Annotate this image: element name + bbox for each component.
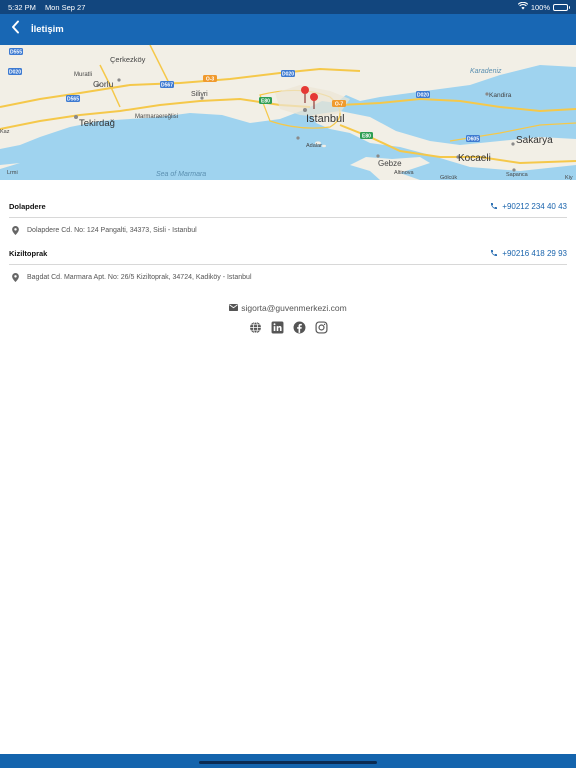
svg-text:D020: D020: [9, 70, 21, 76]
location-name: Dolapdere: [9, 202, 46, 211]
svg-text:O-7: O-7: [335, 102, 344, 108]
svg-text:Sea of Marmara: Sea of Marmara: [156, 171, 206, 178]
map-marker-icon: [12, 225, 19, 235]
svg-text:Kiy: Kiy: [565, 175, 573, 180]
location-header: Dolapdere +90212 234 40 43: [9, 196, 567, 218]
svg-text:D555: D555: [10, 50, 22, 56]
linkedin-icon[interactable]: [270, 320, 284, 334]
status-time: 5:32 PM: [8, 2, 36, 12]
back-button[interactable]: [2, 14, 28, 45]
svg-text:D020: D020: [417, 93, 429, 99]
address-row[interactable]: Bagdat Cd. Marmara Apt. No: 26/5 Kizilto…: [9, 265, 567, 289]
location-item: Dolapdere +90212 234 40 43 Dolapdere Cd.…: [9, 196, 567, 242]
svg-text:Corlu: Corlu: [93, 79, 114, 89]
svg-text:D605: D605: [467, 137, 479, 143]
location-item: Kiziltoprak +90216 418 29 93 Bagdat Cd. …: [9, 243, 567, 289]
phone-link[interactable]: +90216 418 29 93: [490, 249, 567, 259]
social-links: [0, 320, 576, 334]
phone-icon: [490, 249, 498, 259]
locations-list: Dolapdere +90212 234 40 43 Dolapdere Cd.…: [9, 196, 567, 289]
svg-text:Istanbul: Istanbul: [306, 113, 345, 125]
status-bar: 5:32 PM Mon Sep 27 100%: [0, 0, 576, 14]
svg-text:E80: E80: [261, 99, 270, 105]
battery-icon: [553, 3, 570, 11]
chevron-left-icon: [11, 20, 20, 39]
svg-text:Sakarya: Sakarya: [516, 135, 553, 146]
address-text: Dolapdere Cd. No: 124 Pangalti, 34373, S…: [27, 226, 197, 234]
svg-text:Silivri: Silivri: [191, 91, 208, 98]
svg-text:D565: D565: [67, 97, 79, 103]
location-header: Kiziltoprak +90216 418 29 93: [9, 243, 567, 265]
svg-text:D020: D020: [282, 72, 294, 78]
phone-icon: [490, 202, 498, 212]
page-title: İletişim: [31, 24, 64, 35]
svg-text:Sapanca: Sapanca: [506, 172, 529, 178]
svg-text:Tekirdağ: Tekirdağ: [79, 118, 115, 129]
facebook-icon[interactable]: [292, 320, 306, 334]
wifi-icon: [517, 1, 529, 12]
phone-number: +90216 418 29 93: [502, 249, 567, 258]
home-indicator[interactable]: [199, 761, 377, 764]
svg-text:Kocaeli: Kocaeli: [458, 153, 491, 164]
location-name: Kiziltoprak: [9, 249, 48, 258]
svg-text:Çerkezköy: Çerkezköy: [110, 55, 146, 64]
svg-text:Kandira: Kandira: [489, 92, 512, 99]
svg-text:Gebze: Gebze: [378, 159, 402, 168]
svg-text:D567: D567: [161, 83, 173, 89]
email-link[interactable]: sigorta@guvenmerkezi.com: [0, 303, 576, 313]
svg-text:Gölcük: Gölcük: [440, 175, 457, 180]
status-date: Mon Sep 27: [44, 2, 86, 12]
globe-icon[interactable]: [248, 320, 262, 334]
phone-link[interactable]: +90212 234 40 43: [490, 202, 567, 212]
svg-text:Lrmi: Lrmi: [7, 170, 18, 176]
map-view[interactable]: D555 D567 O-3 D020 D565 E80 D020 O-7 E80…: [0, 45, 576, 180]
svg-text:Altinova: Altinova: [394, 170, 415, 176]
address-row[interactable]: Dolapdere Cd. No: 124 Pangalti, 34373, S…: [9, 218, 567, 242]
svg-text:E80: E80: [362, 134, 371, 140]
address-text: Bagdat Cd. Marmara Apt. No: 26/5 Kizilto…: [27, 273, 252, 281]
svg-text:Marmaraereğlisi: Marmaraereğlisi: [135, 114, 178, 120]
envelope-icon: [229, 303, 239, 313]
svg-text:O-3: O-3: [206, 77, 215, 83]
svg-text:Kaz: Kaz: [0, 129, 10, 135]
email-text: sigorta@guvenmerkezi.com: [241, 303, 347, 313]
svg-text:Adalar: Adalar: [306, 143, 322, 149]
battery-percent: 100%: [530, 2, 550, 12]
svg-text:Muratli: Muratli: [74, 72, 92, 78]
nav-bar: İletişim: [0, 14, 576, 45]
instagram-icon[interactable]: [314, 320, 328, 334]
map-marker-icon: [12, 272, 19, 282]
phone-number: +90212 234 40 43: [502, 202, 567, 211]
svg-text:Karadeniz: Karadeniz: [470, 68, 502, 75]
